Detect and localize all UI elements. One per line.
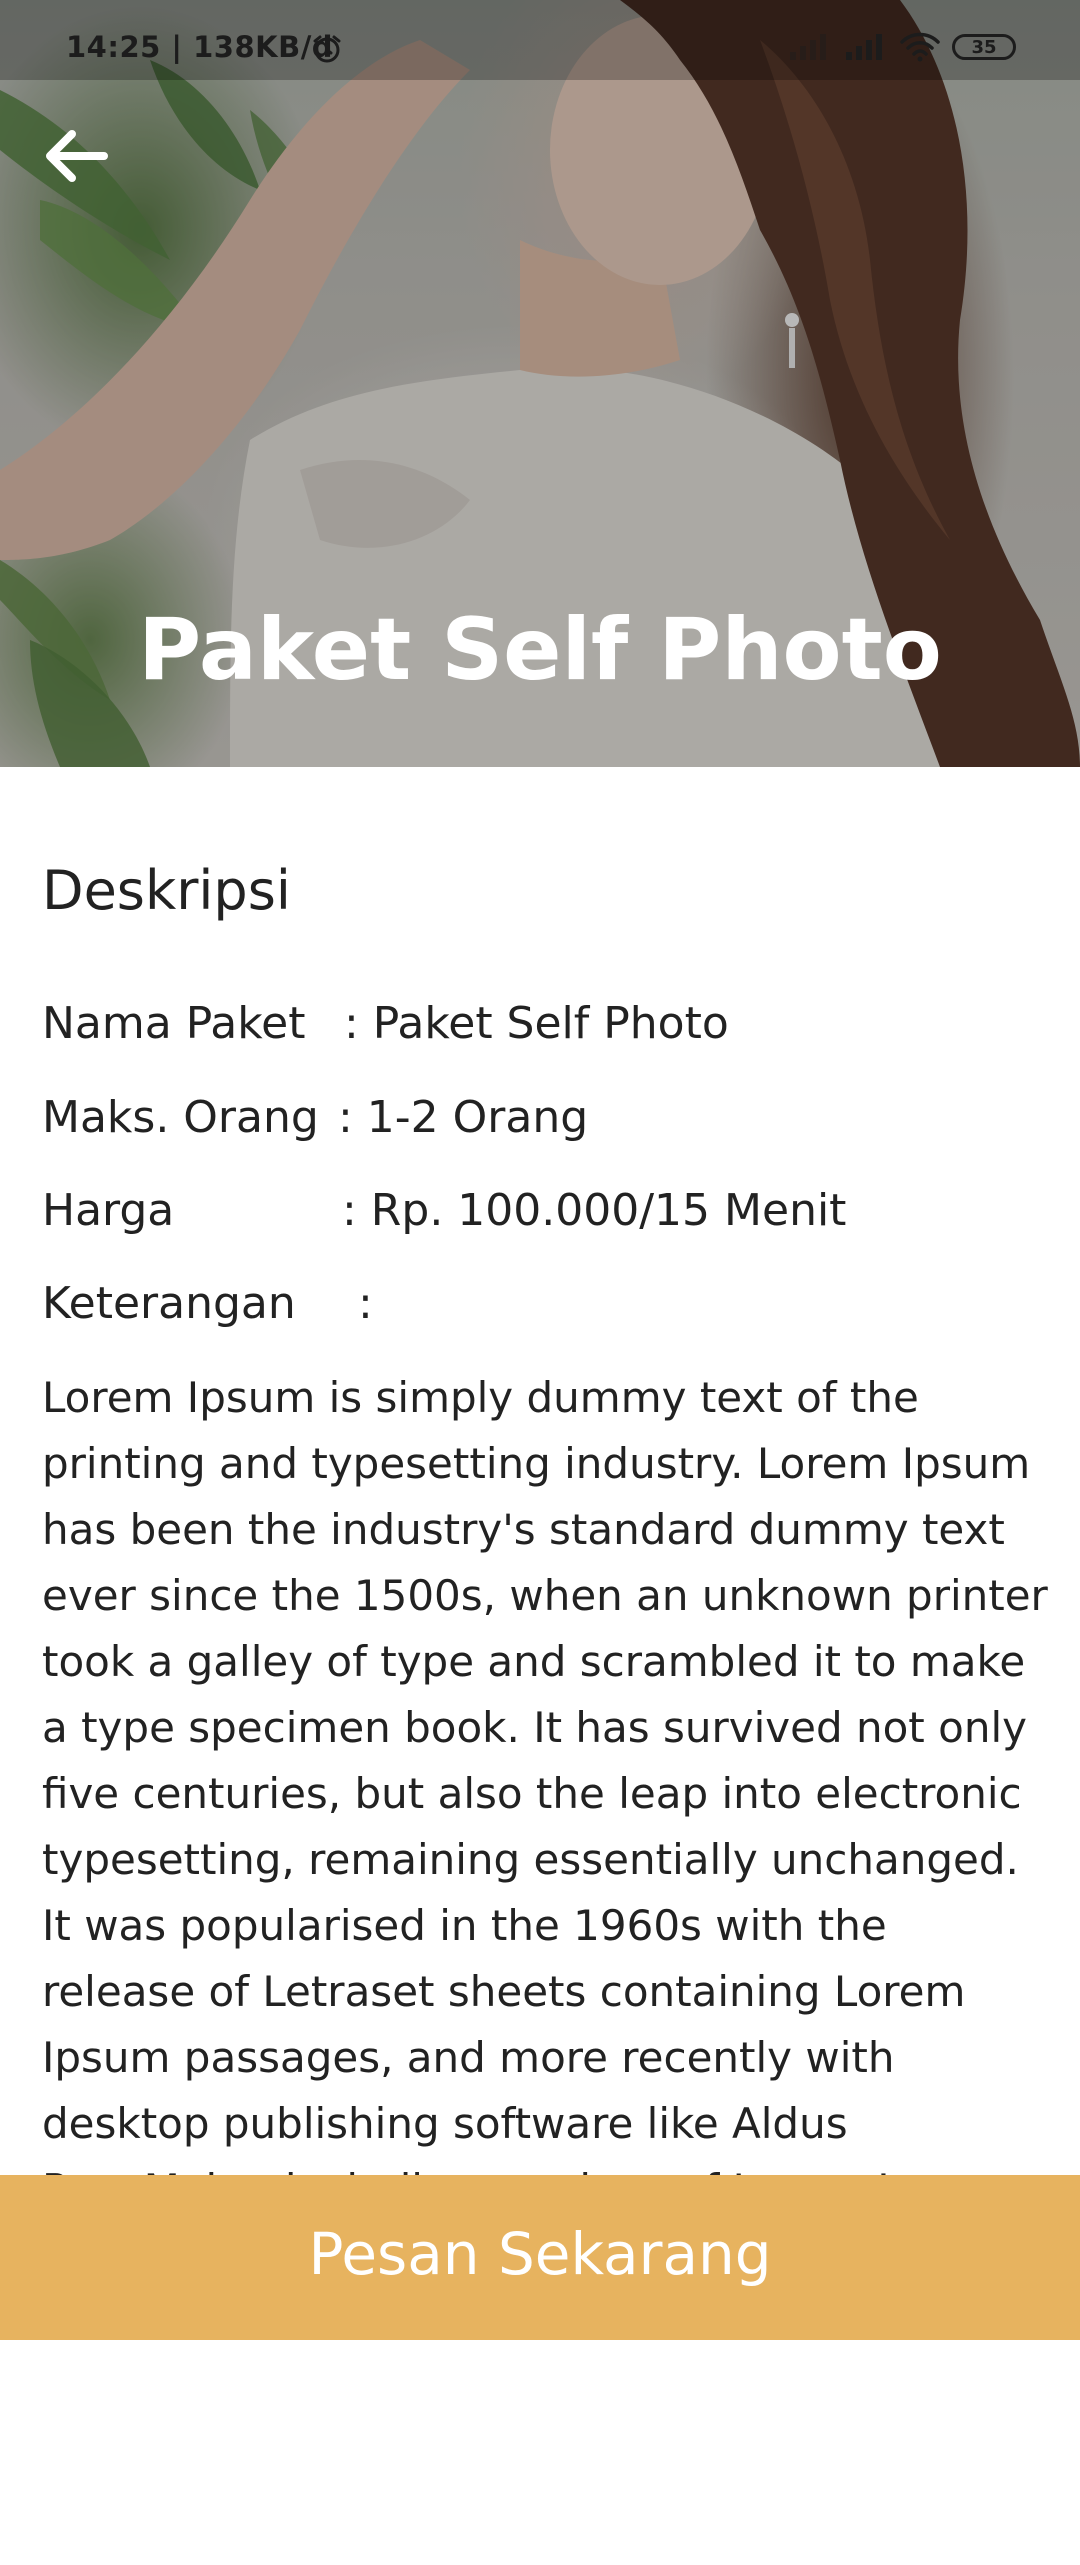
detail-label: Keterangan	[42, 1278, 296, 1329]
detail-value: : 1-2 Orang	[338, 1092, 589, 1143]
detail-value: : Paket Self Photo	[344, 998, 729, 1049]
hero-banner: 14:25 | 138KB/d 35 Paket Self Photo	[0, 0, 1080, 767]
detail-value: : Rp. 100.000/15 Menit	[342, 1185, 847, 1236]
alarm-icon	[313, 35, 341, 63]
status-time: 14:25 | 138KB/d	[66, 30, 334, 64]
status-icons: 35	[788, 30, 1016, 64]
status-bar: 14:25 | 138KB/d 35	[0, 0, 1080, 80]
description-text: Lorem Ipsum is simply dummy text of the …	[42, 1373, 1048, 2214]
battery-level: 35	[971, 36, 997, 58]
order-now-button[interactable]: Pesan Sekarang	[0, 2175, 1080, 2340]
section-title: Deskripsi	[42, 859, 291, 922]
detail-value: :	[358, 1278, 373, 1329]
detail-label: Harga	[42, 1185, 175, 1236]
order-now-label: Pesan Sekarang	[308, 2219, 772, 2288]
wifi-icon	[900, 32, 940, 62]
signal-icon	[846, 34, 882, 60]
page-title: Paket Self Photo	[138, 600, 942, 700]
battery-icon: 35	[952, 34, 1016, 60]
signal-icon	[790, 34, 826, 60]
detail-label: Nama Paket	[42, 998, 306, 1049]
detail-label: Maks. Orang	[42, 1092, 319, 1143]
back-button[interactable]	[38, 118, 114, 194]
arrow-left-icon	[46, 130, 108, 182]
